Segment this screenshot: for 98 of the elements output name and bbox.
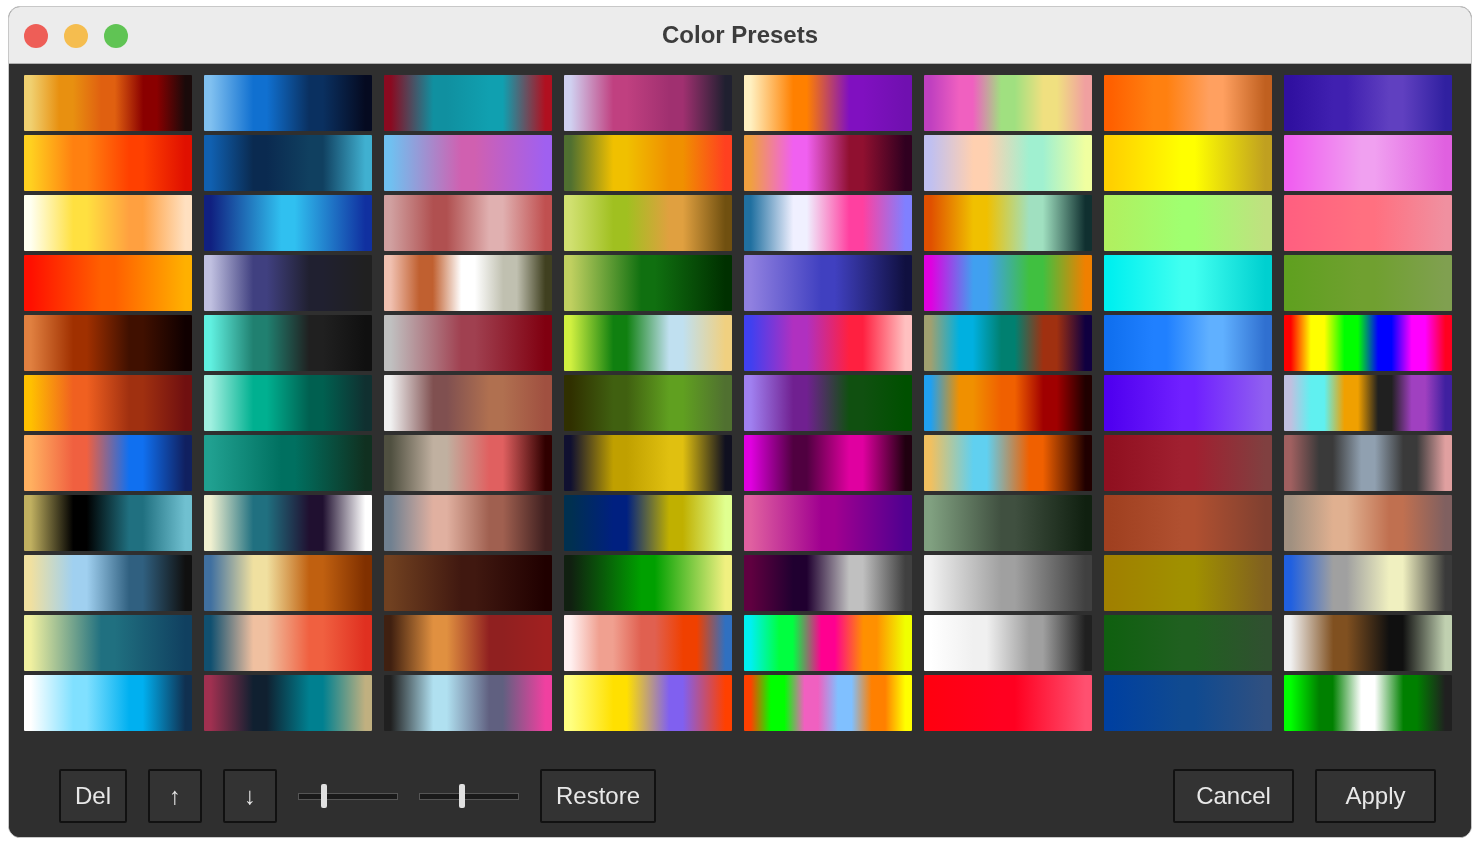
gradient-swatch[interactable] (1284, 195, 1452, 251)
gradient-swatch[interactable] (204, 615, 372, 671)
gradient-swatch[interactable] (1284, 615, 1452, 671)
gradient-swatch[interactable] (24, 255, 192, 311)
gradient-swatch[interactable] (744, 435, 912, 491)
gradient-swatch[interactable] (564, 195, 732, 251)
gradient-swatch[interactable] (24, 195, 192, 251)
gradient-swatch[interactable] (924, 315, 1092, 371)
gradient-swatch[interactable] (1284, 255, 1452, 311)
gradient-swatch[interactable] (384, 375, 552, 431)
gradient-swatch[interactable] (384, 75, 552, 131)
gradient-swatch[interactable] (1284, 375, 1452, 431)
gradient-swatch[interactable] (204, 375, 372, 431)
cancel-button[interactable]: Cancel (1173, 769, 1294, 823)
gradient-swatch[interactable] (384, 615, 552, 671)
toolbar-button[interactable]: ↓ (223, 769, 277, 823)
window-title: Color Presets (661, 21, 819, 49)
toolbar-button[interactable]: ↑ (148, 769, 202, 823)
gradient-swatch[interactable] (924, 495, 1092, 551)
gradient-swatch[interactable] (204, 555, 372, 611)
apply-button[interactable]: Apply (1315, 769, 1436, 823)
gradient-swatch[interactable] (924, 135, 1092, 191)
gradient-swatch[interactable] (24, 615, 192, 671)
gradient-swatch[interactable] (744, 675, 912, 731)
gradient-swatch[interactable] (744, 375, 912, 431)
gradient-swatch[interactable] (24, 675, 192, 731)
gradient-swatch[interactable] (1104, 255, 1272, 311)
gradient-swatch[interactable] (24, 75, 192, 131)
gradient-swatch[interactable] (204, 315, 372, 371)
gradient-swatch[interactable] (744, 135, 912, 191)
gradient-swatch[interactable] (384, 435, 552, 491)
gradient-swatch[interactable] (24, 555, 192, 611)
gradient-swatch[interactable] (1284, 435, 1452, 491)
close-icon[interactable] (24, 24, 48, 48)
gradient-swatch[interactable] (1284, 315, 1452, 371)
gradient-swatch[interactable] (1104, 435, 1272, 491)
gradient-swatch[interactable] (1104, 615, 1272, 671)
gradient-swatch[interactable] (564, 435, 732, 491)
toolbar-button[interactable]: Del (59, 769, 127, 823)
gradient-swatch[interactable] (564, 255, 732, 311)
slider[interactable] (298, 784, 398, 808)
gradient-swatch[interactable] (924, 615, 1092, 671)
gradient-swatch[interactable] (564, 615, 732, 671)
gradient-swatch[interactable] (1104, 75, 1272, 131)
gradient-swatch[interactable] (1104, 555, 1272, 611)
gradient-swatch[interactable] (384, 315, 552, 371)
gradient-swatch[interactable] (744, 495, 912, 551)
gradient-swatch[interactable] (24, 135, 192, 191)
gradient-swatch[interactable] (924, 195, 1092, 251)
gradient-swatch[interactable] (1104, 675, 1272, 731)
gradient-swatch[interactable] (744, 555, 912, 611)
gradient-swatch[interactable] (744, 315, 912, 371)
gradient-swatch[interactable] (564, 315, 732, 371)
gradient-swatch[interactable] (24, 315, 192, 371)
gradient-swatch[interactable] (24, 435, 192, 491)
gradient-swatch[interactable] (1284, 135, 1452, 191)
gradient-swatch[interactable] (1104, 195, 1272, 251)
gradient-swatch[interactable] (924, 435, 1092, 491)
gradient-swatch[interactable] (564, 675, 732, 731)
gradient-swatch[interactable] (744, 75, 912, 131)
gradient-swatch[interactable] (1104, 135, 1272, 191)
gradient-swatch[interactable] (564, 135, 732, 191)
toolbar-button[interactable]: Restore (540, 769, 657, 823)
gradient-swatch[interactable] (204, 255, 372, 311)
gradient-swatch[interactable] (924, 255, 1092, 311)
gradient-swatch[interactable] (564, 75, 732, 131)
gradient-swatch[interactable] (1284, 555, 1452, 611)
gradient-swatch[interactable] (1104, 315, 1272, 371)
gradient-swatch[interactable] (204, 435, 372, 491)
gradient-swatch[interactable] (1104, 495, 1272, 551)
gradient-swatch[interactable] (924, 675, 1092, 731)
gradient-swatch[interactable] (1104, 375, 1272, 431)
gradient-swatch[interactable] (384, 135, 552, 191)
gradient-swatch[interactable] (1284, 675, 1452, 731)
gradient-swatch[interactable] (564, 375, 732, 431)
gradient-swatch[interactable] (924, 75, 1092, 131)
gradient-swatch[interactable] (564, 495, 732, 551)
gradient-swatch[interactable] (564, 555, 732, 611)
gradient-swatch[interactable] (1284, 75, 1452, 131)
gradient-swatch[interactable] (384, 255, 552, 311)
gradient-swatch[interactable] (384, 495, 552, 551)
gradient-swatch[interactable] (24, 375, 192, 431)
gradient-swatch[interactable] (204, 495, 372, 551)
slider[interactable] (419, 784, 519, 808)
gradient-swatch[interactable] (204, 135, 372, 191)
gradient-swatch[interactable] (204, 75, 372, 131)
gradient-swatch[interactable] (744, 615, 912, 671)
gradient-swatch[interactable] (384, 195, 552, 251)
gradient-swatch[interactable] (204, 675, 372, 731)
gradient-swatch[interactable] (744, 195, 912, 251)
gradient-swatch[interactable] (924, 375, 1092, 431)
gradient-swatch[interactable] (384, 675, 552, 731)
gradient-swatch[interactable] (204, 195, 372, 251)
gradient-swatch[interactable] (924, 555, 1092, 611)
gradient-swatch[interactable] (744, 255, 912, 311)
gradient-swatch[interactable] (24, 495, 192, 551)
gradient-swatch[interactable] (1284, 495, 1452, 551)
gradient-swatch[interactable] (384, 555, 552, 611)
